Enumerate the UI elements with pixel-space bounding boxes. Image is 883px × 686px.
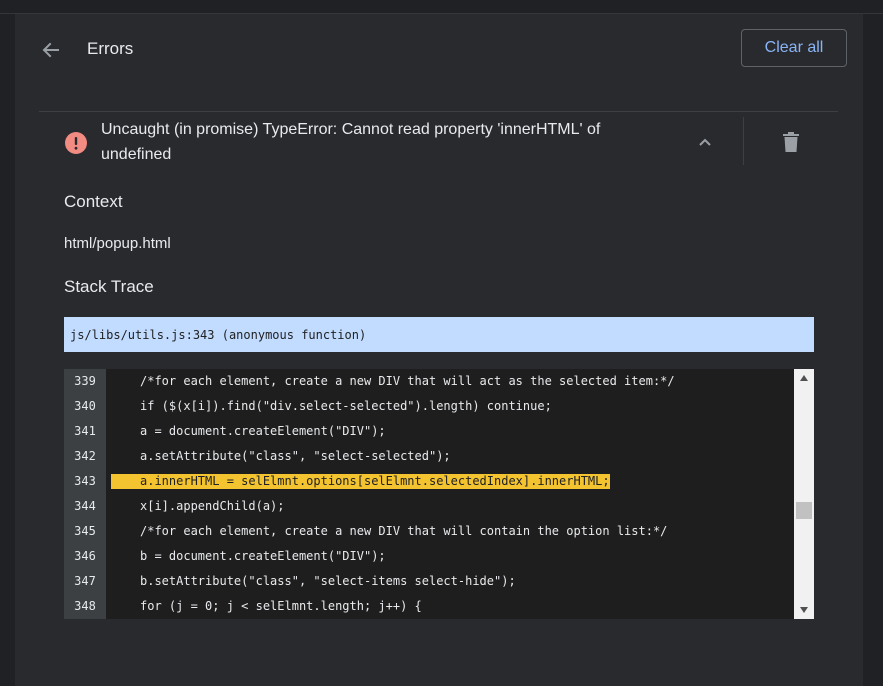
arrow-left-icon: [42, 42, 59, 58]
line-number: 339: [74, 374, 96, 388]
line-number: 347: [74, 574, 96, 588]
errors-panel: Errors Clear all Uncaught (in promise) T…: [15, 14, 863, 686]
collapse-button[interactable]: [691, 128, 719, 156]
line-code: b = document.createElement("DIV");: [140, 549, 386, 563]
line-number: 340: [74, 399, 96, 413]
page-title: Errors: [87, 39, 134, 58]
code-viewer: 339 /*for each element, create a new DIV …: [64, 369, 814, 619]
scroll-thumb[interactable]: [796, 502, 812, 519]
code-line: 346 b = document.createElement("DIV");: [64, 544, 794, 569]
line-code: /*for each element, create a new DIV tha…: [140, 374, 675, 388]
error-circle-icon: [65, 132, 87, 154]
code-line: 340 if ($(x[i]).find("div.select-selected…: [64, 394, 794, 419]
line-number: 344: [74, 499, 96, 513]
stack-frame-item[interactable]: js/libs/utils.js:343 (anonymous function…: [64, 317, 814, 352]
line-code: x[i].appendChild(a);: [140, 499, 285, 513]
line-code: for (j = 0; j < selElmnt.length; j++) {: [140, 599, 422, 613]
line-number: 341: [74, 424, 96, 438]
code-line: 341 a = document.createElement("DIV");: [64, 419, 794, 444]
code-line: 348 for (j = 0; j < selElmnt.length; j++)…: [64, 594, 794, 619]
top-bar: [0, 0, 883, 14]
line-code: a.setAttribute("class", "select-selected…: [140, 449, 451, 463]
delete-error-button[interactable]: [777, 128, 805, 156]
line-code: /*for each element, create a new DIV tha…: [140, 524, 668, 538]
scroll-up-button[interactable]: [794, 369, 814, 387]
code-line: 347 b.setAttribute("class", "select-items…: [64, 569, 794, 594]
triangle-down-icon: [800, 607, 808, 613]
context-heading: Context: [64, 192, 123, 211]
clear-all-button[interactable]: Clear all: [741, 29, 847, 67]
line-number: 342: [74, 449, 96, 463]
line-number: 346: [74, 549, 96, 563]
triangle-up-icon: [800, 375, 808, 381]
line-code: a.innerHTML = selElmnt.options[selElmnt.…: [111, 474, 610, 489]
code-line: 344 x[i].appendChild(a);: [64, 494, 794, 519]
code-line: 339 /*for each element, create a new DIV …: [64, 369, 794, 394]
line-code: b.setAttribute("class", "select-items se…: [140, 574, 516, 588]
line-code: a = document.createElement("DIV");: [140, 424, 386, 438]
stack-trace-heading: Stack Trace: [64, 277, 154, 296]
code-line: 342 a.setAttribute("class", "select-selec…: [64, 444, 794, 469]
line-code: if ($(x[i]).find("div.select-selected").…: [140, 399, 552, 413]
errors-header: Errors Clear all: [15, 14, 863, 111]
code-line: 343 a.innerHTML = selElmnt.options[selElm…: [64, 469, 794, 494]
back-button[interactable]: [37, 36, 65, 64]
code-scrollbar[interactable]: [794, 369, 814, 619]
scroll-down-button[interactable]: [794, 601, 814, 619]
error-item: Uncaught (in promise) TypeError: Cannot …: [39, 112, 838, 172]
line-number: 348: [74, 599, 96, 613]
error-message: Uncaught (in promise) TypeError: Cannot …: [101, 121, 601, 163]
trash-icon: [783, 132, 799, 152]
code-line: 345 /*for each element, create a new DIV …: [64, 519, 794, 544]
chevron-up-icon: [699, 138, 711, 146]
row-separator: [743, 117, 744, 165]
line-number: 345: [74, 524, 96, 538]
context-value: html/popup.html: [64, 235, 171, 252]
line-number: 343: [74, 474, 96, 488]
